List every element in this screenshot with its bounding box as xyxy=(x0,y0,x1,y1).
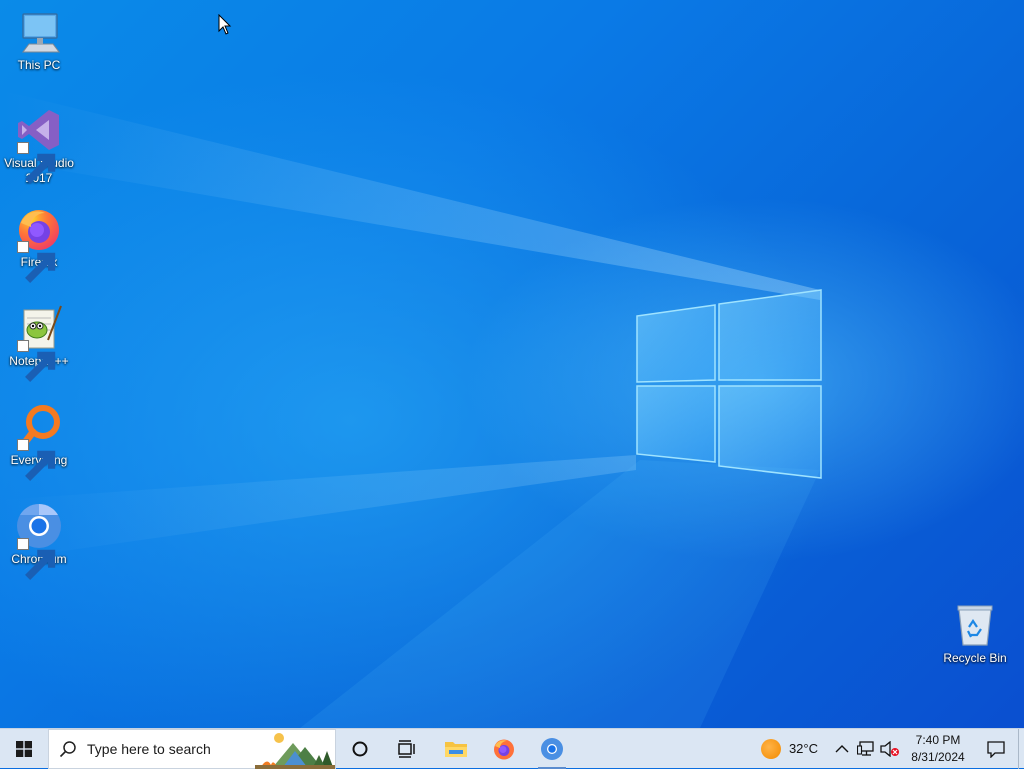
desktop-icon-label: This PC xyxy=(17,58,61,72)
shortcut-arrow-icon xyxy=(17,340,56,382)
windows-logo xyxy=(636,289,822,479)
desktop-icon-chromium[interactable]: Chromium xyxy=(1,502,77,580)
chromium-icon xyxy=(541,737,563,760)
system-tray: 32°C 7:40 PM 8/31/2024 xyxy=(749,728,1024,769)
action-center-button[interactable] xyxy=(974,729,1018,769)
windows-logo-light-beams xyxy=(0,90,822,728)
firefox-icon xyxy=(494,739,514,759)
desktop-icon-this-pc[interactable]: This PC xyxy=(1,8,77,73)
notepad-plus-plus-icon xyxy=(15,304,63,382)
taskbar: Type here to search 32°C 7:40 PM 8/31/20… xyxy=(0,728,1024,769)
computer-icon xyxy=(15,8,63,56)
taskbar-firefox-button[interactable] xyxy=(480,729,528,769)
desktop-icon-everything[interactable]: Everything xyxy=(1,403,77,481)
notification-icon xyxy=(987,740,1005,758)
shortcut-arrow-icon xyxy=(17,142,56,184)
shortcut-arrow-icon xyxy=(17,538,56,580)
desktop-icon-recycle-bin[interactable]: Recycle Bin xyxy=(937,601,1013,666)
chromium-icon xyxy=(15,502,63,580)
taskbar-task-view-button[interactable] xyxy=(384,729,432,769)
network-icon xyxy=(857,740,874,756)
volume-muted-icon xyxy=(880,740,899,757)
desktop-icon-notepad-plus-plus[interactable]: Notepad++ xyxy=(1,304,77,382)
everything-search-icon xyxy=(15,403,63,481)
start-button[interactable] xyxy=(0,729,48,769)
cortana-circle-icon xyxy=(352,741,368,756)
search-icon xyxy=(49,740,87,758)
sun-icon xyxy=(760,738,781,759)
desktop-icon-visual-studio[interactable]: Visual Studio 2017 xyxy=(1,106,77,186)
desktop-icon-firefox[interactable]: Firefox xyxy=(1,205,77,283)
task-view-icon xyxy=(398,739,415,758)
recycle-bin-icon xyxy=(951,601,999,649)
desktop-wallpaper[interactable] xyxy=(0,0,1024,728)
network-button[interactable] xyxy=(854,729,878,769)
clock-date: 8/31/2024 xyxy=(911,749,965,764)
desktop-icon-label: Recycle Bin xyxy=(943,651,1007,665)
folder-icon xyxy=(445,741,467,757)
show-desktop-button[interactable] xyxy=(1018,728,1024,769)
taskbar-cortana-button[interactable] xyxy=(336,729,384,769)
show-hidden-icons-button[interactable] xyxy=(830,729,854,769)
mouse-cursor-icon xyxy=(218,14,232,35)
windows-start-icon xyxy=(16,740,32,757)
weather-temperature: 32°C xyxy=(788,741,818,756)
weather-widget[interactable]: 32°C xyxy=(749,729,830,769)
search-highlight-illustration-icon xyxy=(255,729,335,769)
shortcut-arrow-icon xyxy=(17,241,56,283)
volume-button[interactable] xyxy=(878,729,902,769)
taskbar-clock[interactable]: 7:40 PM 8/31/2024 xyxy=(902,732,974,766)
taskbar-chromium-button[interactable] xyxy=(528,729,576,769)
firefox-icon xyxy=(15,205,63,283)
shortcut-arrow-icon xyxy=(17,439,56,481)
visual-studio-icon xyxy=(15,106,63,184)
search-placeholder: Type here to search xyxy=(87,740,211,757)
taskbar-file-explorer-button[interactable] xyxy=(432,729,480,769)
chevron-up-icon xyxy=(835,744,849,752)
taskbar-search-box[interactable]: Type here to search xyxy=(48,728,336,769)
clock-time: 7:40 PM xyxy=(915,732,961,747)
